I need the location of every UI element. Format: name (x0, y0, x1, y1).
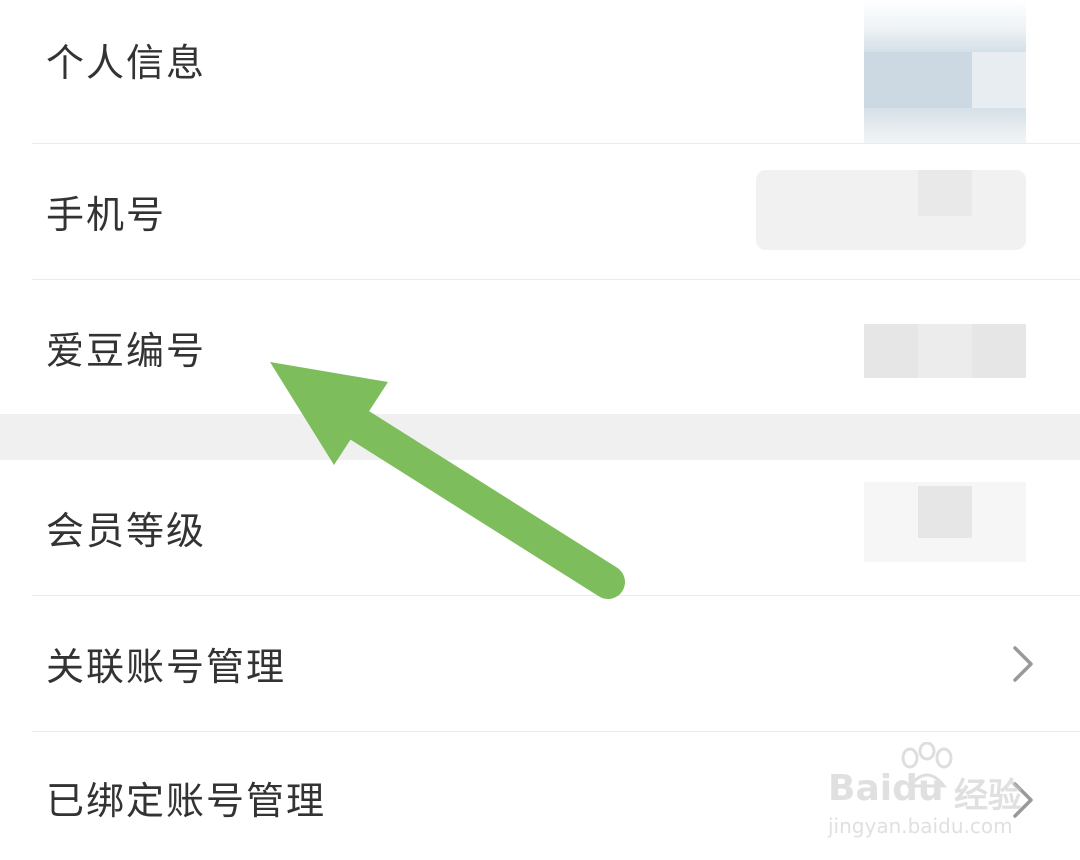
watermark-cn: 经验 (954, 776, 1022, 816)
watermark-brand: Baidu (828, 768, 944, 809)
baidu-jingyan-watermark: Baidu 经验 jingyan.baidu.com (828, 742, 1058, 842)
watermark-url: jingyan.baidu.com (828, 814, 1013, 838)
annotation-arrow-icon (270, 362, 625, 599)
